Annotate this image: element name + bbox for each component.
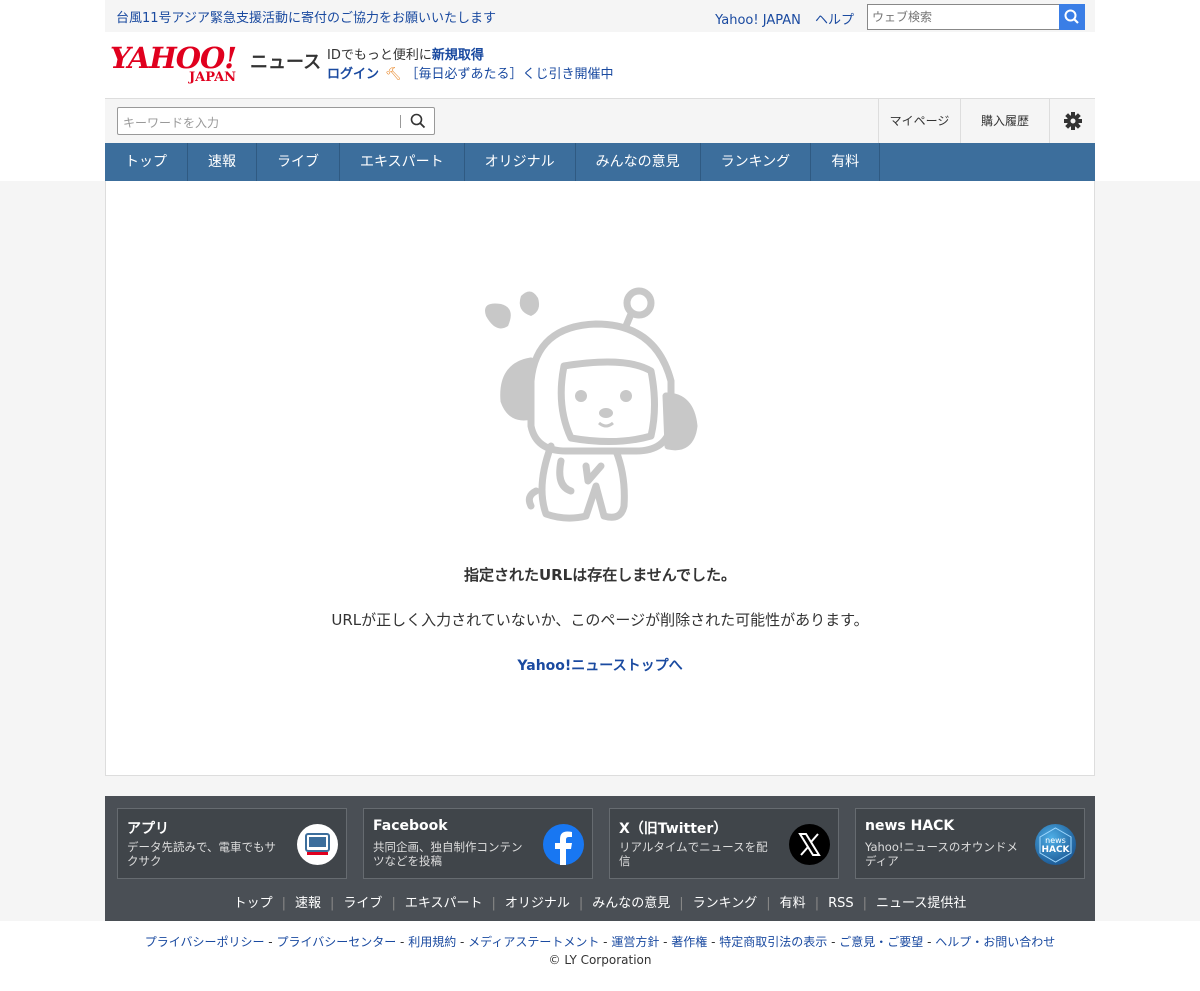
footer-nav-breaking[interactable]: 速報 xyxy=(286,896,330,911)
footer-nav-opinions[interactable]: みんなの意見 xyxy=(583,896,679,911)
web-search-input[interactable] xyxy=(867,4,1060,30)
app-icon xyxy=(297,824,338,865)
settings-button[interactable] xyxy=(1049,99,1095,143)
card-description: Yahoo!ニュースのオウンドメディア xyxy=(865,840,1018,868)
logo-row: YAHOO! JAPAN ニュース IDでもっと便利に新規取得 ログイン 🔨︎ ［毎… xyxy=(105,32,1095,98)
facebook-icon xyxy=(543,824,584,865)
copyright-link[interactable]: 著作権 xyxy=(671,935,707,949)
feedback-link[interactable]: ご意見・ご要望 xyxy=(839,935,923,949)
footer-nav-top[interactable]: トップ xyxy=(225,896,282,911)
signup-link[interactable]: 新規取得 xyxy=(432,48,484,63)
copyright-text: © LY Corporation xyxy=(548,953,652,967)
news-hack-card[interactable]: news HACK Yahoo!ニュースのオウンドメディア news HACK xyxy=(855,808,1085,879)
search-icon xyxy=(1064,9,1079,24)
global-nav: トップ 速報 ライブ エキスパート オリジナル みんなの意見 ランキング 有料 xyxy=(105,143,1095,181)
card-title: news HACK xyxy=(865,818,955,834)
logo-japan-text: JAPAN xyxy=(189,70,237,85)
footer-nav: トップ | 速報 | ライブ | エキスパート | オリジナル | みんなの意見 | ランキング | 有料 |… xyxy=(105,892,1095,911)
top-links: Yahoo! JAPAN ヘルプ xyxy=(705,9,854,28)
nav-item-ranking[interactable]: ランキング xyxy=(701,143,812,181)
card-description: リアルタイムでニュースを配信 xyxy=(619,840,768,868)
app-card[interactable]: アプリ データ先読みで、電車でもサクサク xyxy=(117,808,347,879)
commerce-law-link[interactable]: 特定商取引法の表示 xyxy=(719,935,827,949)
search-divider xyxy=(400,115,401,128)
privacy-policy-link[interactable]: プライバシーポリシー xyxy=(145,935,265,949)
facebook-card[interactable]: Facebook 共同企画、独自制作コンテンツなどを投稿 xyxy=(363,808,593,879)
yahoo-japan-link[interactable]: Yahoo! JAPAN xyxy=(715,13,801,28)
card-title: Facebook xyxy=(373,818,448,834)
back-to-top-link[interactable]: Yahoo!ニューストップへ xyxy=(106,655,1094,675)
lottery-link[interactable]: ［毎日必ずあたる］くじ引き開催中 xyxy=(406,67,614,82)
nav-item-top[interactable]: トップ xyxy=(105,143,188,181)
yahoo-news-logo[interactable]: YAHOO! JAPAN ニュース xyxy=(110,44,321,86)
media-statement-link[interactable]: メディアステートメント xyxy=(468,935,599,949)
error-title: 指定されたURLは存在しませんでした。 xyxy=(463,566,737,584)
login-box: IDでもっと便利に新規取得 ログイン 🔨︎ ［毎日必ずあたる］くじ引き開催中 xyxy=(327,46,614,84)
nav-item-live[interactable]: ライブ xyxy=(257,143,340,181)
purchase-history-link[interactable]: 購入履歴 xyxy=(960,99,1049,143)
legal-footer: プライバシーポリシー - プライバシーセンター - 利用規約 - メディアステー… xyxy=(0,921,1200,991)
gear-icon xyxy=(1063,112,1082,130)
card-description: データ先読みで、電車でもサクサク xyxy=(127,840,277,868)
nav-item-original[interactable]: オリジナル xyxy=(465,143,576,181)
search-icon[interactable] xyxy=(410,113,426,129)
keyword-search-input[interactable]: キーワードを入力 xyxy=(117,107,435,135)
svg-text:HACK: HACK xyxy=(1041,845,1070,855)
footer-nav-live[interactable]: ライブ xyxy=(334,896,391,911)
footer-cards: アプリ データ先読みで、電車でもサクサク Facebook 共同企画、独自制作コ… xyxy=(117,808,1101,879)
keyword-placeholder: キーワードを入力 xyxy=(123,116,220,130)
nav-item-expert[interactable]: エキスパート xyxy=(340,143,465,181)
footer-nav-paid[interactable]: 有料 xyxy=(771,896,815,911)
policy-links: プライバシーポリシー - プライバシーセンター - 利用規約 - メディアステー… xyxy=(144,935,1056,949)
policy-link[interactable]: 運営方針 xyxy=(611,935,659,949)
x-icon xyxy=(789,824,830,865)
lottery-hammer-icon: 🔨︎ xyxy=(385,67,402,82)
footer-nav-providers[interactable]: ニュース提供社 xyxy=(867,896,975,911)
error-message: URLが正しく入力されていないか、このページが削除された可能性があります。 xyxy=(331,611,869,629)
top-bar: 台風11号アジア緊急支援活動に寄付のご協力をお願いいたします Yahoo! JA… xyxy=(105,0,1095,32)
logo-news-text: ニュース xyxy=(250,52,322,73)
svg-text:news: news xyxy=(1045,836,1066,845)
help-contact-link[interactable]: ヘルプ・お問い合わせ xyxy=(935,935,1055,949)
x-card[interactable]: X（旧Twitter） リアルタイムでニュースを配信 xyxy=(609,808,839,879)
login-link[interactable]: ログイン xyxy=(327,67,379,82)
card-title: アプリ xyxy=(127,821,169,837)
error-panel: 指定されたURLは存在しませんでした。 URLが正しく入力されていないか、このペ… xyxy=(105,181,1095,776)
card-title: X（旧Twitter） xyxy=(619,821,728,837)
footer-nav-original[interactable]: オリジナル xyxy=(496,896,579,911)
id-promo-text: IDでもっと便利に xyxy=(327,48,432,63)
web-search-button[interactable] xyxy=(1059,4,1085,30)
mascot-illustration xyxy=(485,287,698,522)
terms-link[interactable]: 利用規約 xyxy=(408,935,456,949)
footer-nav-ranking[interactable]: ランキング xyxy=(684,896,767,911)
card-description: 共同企画、独自制作コンテンツなどを投稿 xyxy=(373,840,523,868)
nav-item-paid[interactable]: 有料 xyxy=(811,143,881,181)
nav-item-opinions[interactable]: みんなの意見 xyxy=(576,143,701,181)
search-bar: キーワードを入力 マイページ 購入履歴 xyxy=(105,98,1095,143)
donation-notice-link[interactable]: 台風11号アジア緊急支援活動に寄付のご協力をお願いいたします xyxy=(116,7,496,26)
privacy-center-link[interactable]: プライバシーセンター xyxy=(276,935,396,949)
news-hack-icon: news HACK xyxy=(1035,824,1076,865)
nav-item-breaking[interactable]: 速報 xyxy=(188,143,257,181)
mypage-link[interactable]: マイページ xyxy=(878,99,960,143)
help-link[interactable]: ヘルプ xyxy=(815,13,854,28)
account-menu: マイページ 購入履歴 xyxy=(878,99,1095,143)
footer-nav-rss[interactable]: RSS xyxy=(819,896,863,911)
footer: アプリ データ先読みで、電車でもサクサク Facebook 共同企画、独自制作コ… xyxy=(105,796,1095,921)
footer-nav-expert[interactable]: エキスパート xyxy=(396,896,492,911)
